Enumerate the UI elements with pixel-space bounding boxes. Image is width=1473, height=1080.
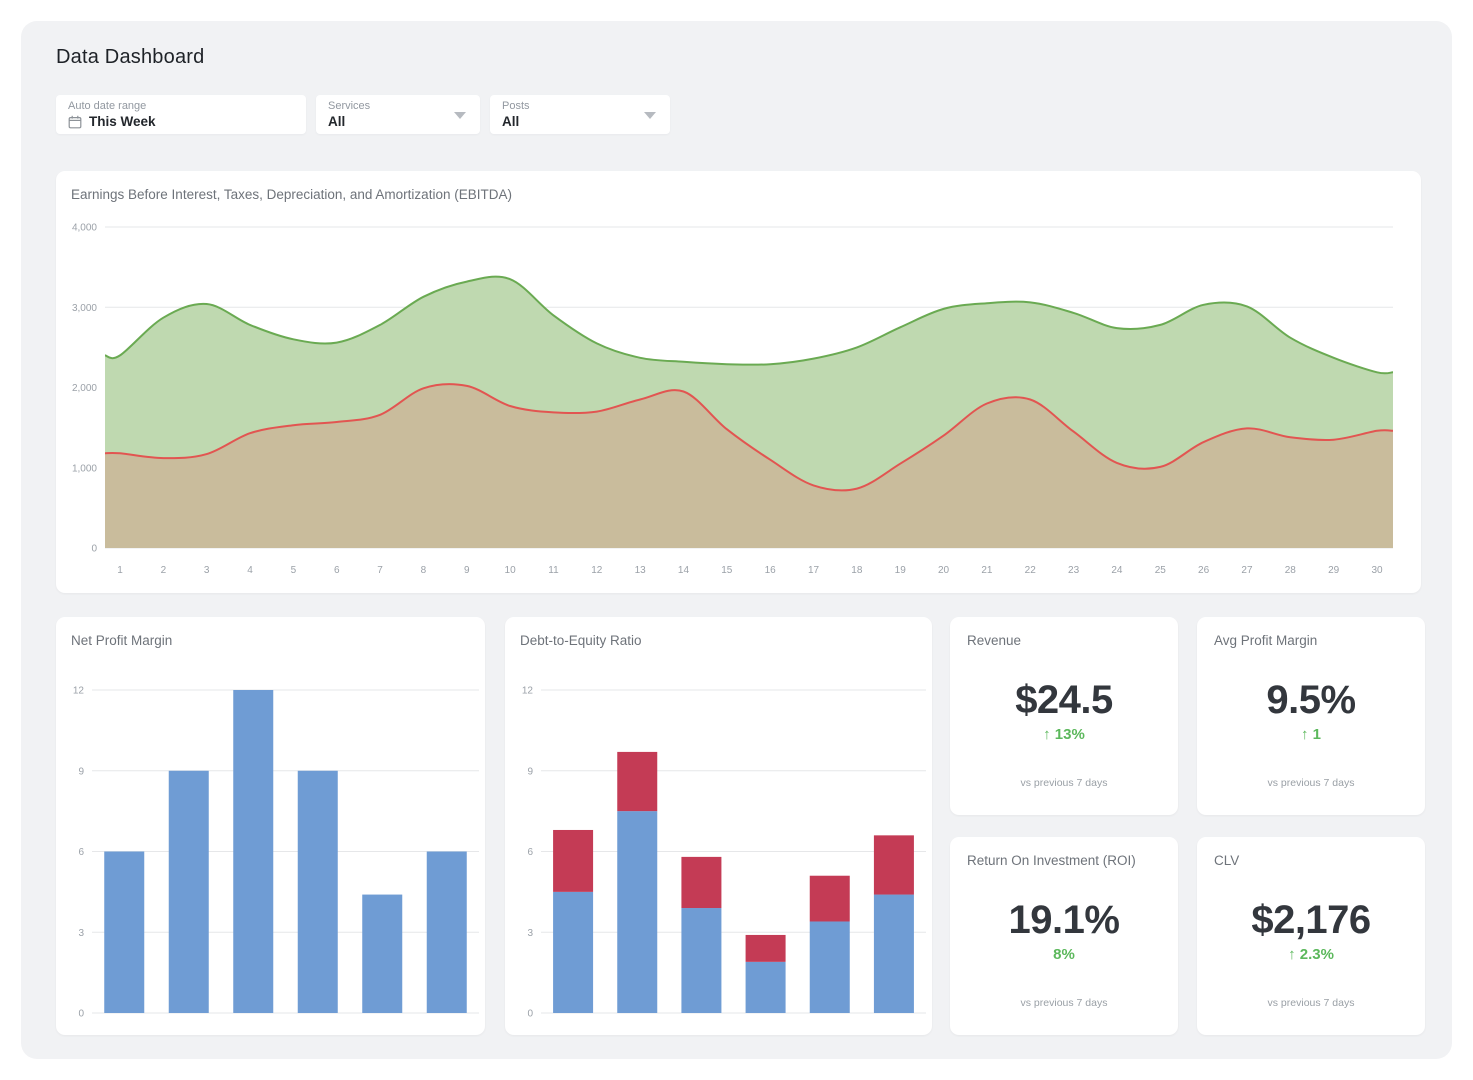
svg-text:0: 0 <box>78 1009 84 1020</box>
svg-text:0: 0 <box>91 544 97 555</box>
posts-value: All <box>502 114 519 129</box>
kpi-clv-card: CLV $2,176 ↑ 2.3% vs previous 7 days <box>1197 837 1425 1035</box>
svg-text:22: 22 <box>1025 565 1037 576</box>
svg-text:23: 23 <box>1068 565 1080 576</box>
svg-text:7: 7 <box>377 565 383 576</box>
posts-filter[interactable]: Posts All <box>490 95 670 134</box>
svg-text:28: 28 <box>1285 565 1297 576</box>
svg-text:29: 29 <box>1328 565 1340 576</box>
debt-to-equity-bar-chart: 0 3 6 9 12 <box>505 617 932 1035</box>
svg-text:11: 11 <box>548 565 559 576</box>
kpi-title: CLV <box>1214 853 1239 868</box>
filter-label: Services <box>328 100 468 112</box>
kpi-note: vs previous 7 days <box>1197 777 1425 789</box>
kpi-delta: ↑ 1 <box>1197 726 1425 743</box>
kpi-title: Avg Profit Margin <box>1214 633 1317 648</box>
svg-text:9: 9 <box>527 766 533 777</box>
kpi-value: $24.5 <box>950 679 1178 721</box>
svg-text:21: 21 <box>981 565 993 576</box>
debt-to-equity-card: Debt-to-Equity Ratio 036912 <box>505 617 932 1035</box>
ebitda-chart-card: Earnings Before Interest, Taxes, Depreci… <box>56 171 1421 593</box>
svg-text:19: 19 <box>895 565 907 576</box>
svg-text:4: 4 <box>247 565 253 576</box>
svg-text:6: 6 <box>78 847 84 858</box>
svg-text:14: 14 <box>678 565 690 576</box>
date-range-value: This Week <box>89 114 156 129</box>
kpi-value: $2,176 <box>1197 899 1425 941</box>
svg-text:0: 0 <box>527 1009 533 1020</box>
chevron-down-icon <box>454 112 466 119</box>
kpi-note: vs previous 7 days <box>950 997 1178 1009</box>
svg-text:9: 9 <box>464 565 470 576</box>
svg-text:17: 17 <box>808 565 820 576</box>
svg-text:5: 5 <box>291 565 297 576</box>
kpi-note: vs previous 7 days <box>1197 997 1425 1009</box>
svg-text:25: 25 <box>1155 565 1167 576</box>
kpi-title: Return On Investment (ROI) <box>967 853 1136 868</box>
kpi-delta: ↑ 13% <box>950 726 1178 743</box>
svg-text:3,000: 3,000 <box>72 303 97 314</box>
svg-text:15: 15 <box>721 565 733 576</box>
calendar-icon <box>68 115 82 129</box>
date-range-filter[interactable]: Auto date range This Week <box>56 95 306 134</box>
svg-text:20: 20 <box>938 565 950 576</box>
svg-text:30: 30 <box>1371 565 1383 576</box>
svg-text:12: 12 <box>522 686 534 697</box>
kpi-avg-profit-margin-card: Avg Profit Margin 9.5% ↑ 1 vs previous 7… <box>1197 617 1425 815</box>
page-title: Data Dashboard <box>56 46 204 69</box>
svg-text:1: 1 <box>117 565 123 576</box>
svg-text:24: 24 <box>1111 565 1123 576</box>
net-profit-margin-card: Net Profit Margin 036912 <box>56 617 485 1035</box>
ebitda-area-chart: 01,0002,0003,0004,0001234567891011121314… <box>56 171 1421 593</box>
svg-text:10: 10 <box>505 565 517 576</box>
chevron-down-icon <box>644 112 656 119</box>
svg-text:4,000: 4,000 <box>72 223 97 234</box>
svg-text:3: 3 <box>204 565 210 576</box>
kpi-roi-card: Return On Investment (ROI) 19.1% 8% vs p… <box>950 837 1178 1035</box>
services-value: All <box>328 114 345 129</box>
svg-text:27: 27 <box>1241 565 1253 576</box>
svg-text:9: 9 <box>78 766 84 777</box>
kpi-note: vs previous 7 days <box>950 777 1178 789</box>
filter-label: Auto date range <box>68 100 294 112</box>
svg-text:16: 16 <box>765 565 777 576</box>
svg-text:3: 3 <box>78 928 84 939</box>
svg-text:6: 6 <box>527 847 533 858</box>
svg-text:2,000: 2,000 <box>72 383 97 394</box>
net-profit-margin-bar-chart: 0 3 6 9 12 <box>56 617 485 1035</box>
svg-text:3: 3 <box>527 928 533 939</box>
kpi-delta: 8% <box>950 946 1178 963</box>
svg-text:8: 8 <box>421 565 427 576</box>
svg-text:6: 6 <box>334 565 340 576</box>
svg-text:18: 18 <box>851 565 863 576</box>
svg-text:26: 26 <box>1198 565 1210 576</box>
svg-text:13: 13 <box>635 565 647 576</box>
kpi-value: 9.5% <box>1197 679 1425 721</box>
kpi-title: Revenue <box>967 633 1021 648</box>
services-filter[interactable]: Services All <box>316 95 480 134</box>
svg-text:1,000: 1,000 <box>72 463 97 474</box>
kpi-delta: ↑ 2.3% <box>1197 946 1425 963</box>
kpi-revenue-card: Revenue $24.5 ↑ 13% vs previous 7 days <box>950 617 1178 815</box>
dashboard-panel: Data Dashboard Auto date range This Week… <box>21 21 1452 1059</box>
svg-text:12: 12 <box>591 565 603 576</box>
kpi-value: 19.1% <box>950 899 1178 941</box>
svg-text:2: 2 <box>161 565 167 576</box>
filter-label: Posts <box>502 100 658 112</box>
svg-text:12: 12 <box>73 686 85 697</box>
